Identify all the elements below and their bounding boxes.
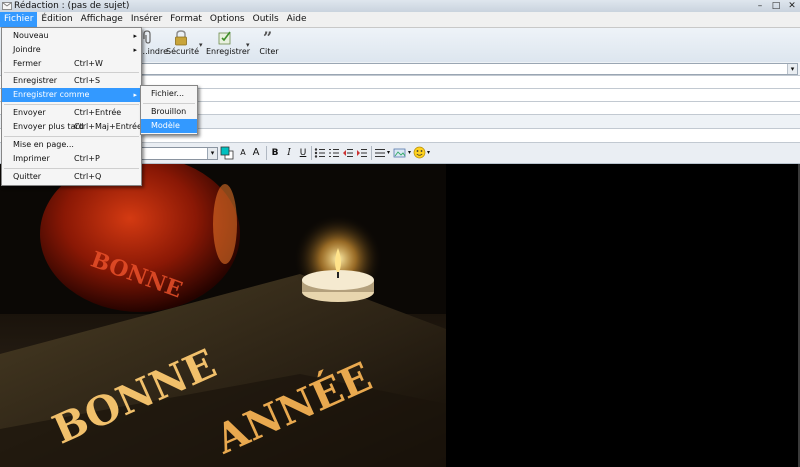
menu-aide[interactable]: Aide	[283, 12, 311, 27]
maximize-button[interactable]: □	[770, 0, 782, 12]
editor-blank-area[interactable]	[446, 164, 800, 467]
securite-button[interactable]: Sécurité	[166, 30, 199, 57]
font-select[interactable]: ▾	[140, 147, 218, 160]
align-icon[interactable]	[374, 147, 386, 159]
greeting-photo: BONNE BONNE ANNÉE	[0, 164, 446, 467]
from-combobox[interactable]: ▾	[140, 63, 798, 75]
menu-item-envoyer[interactable]: Envoyer Ctrl+Entrée	[2, 106, 141, 120]
menu-options[interactable]: Options	[206, 12, 249, 27]
menu-item-quitter[interactable]: Quitter Ctrl+Q	[2, 170, 141, 184]
menu-item-imprimer[interactable]: Imprimer Ctrl+P	[2, 152, 141, 166]
menu-item-envoyer-plus-tard[interactable]: Envoyer plus tard Ctrl+Maj+Entrée	[2, 120, 142, 134]
message-editor[interactable]: BONNE BONNE ANNÉE	[0, 164, 800, 467]
smiley-icon[interactable]	[413, 146, 426, 159]
font-smaller-button[interactable]: A	[238, 147, 248, 159]
chevron-down-icon[interactable]: ▾	[199, 41, 203, 49]
menu-affichage[interactable]: Affichage	[77, 12, 127, 27]
numbered-list-icon[interactable]	[328, 147, 340, 159]
menu-inserer[interactable]: Insérer	[127, 12, 166, 27]
menu-edition[interactable]: Édition	[37, 12, 76, 27]
submenu-arrow-icon: ▸	[133, 46, 137, 54]
bullet-list-icon[interactable]	[314, 147, 326, 159]
menu-item-fermer[interactable]: Fermer Ctrl+W	[2, 57, 141, 71]
chevron-down-icon[interactable]: ▾	[207, 148, 217, 159]
submenu-item-modele[interactable]: Modèle	[141, 119, 197, 133]
menu-item-nouveau[interactable]: Nouveau ▸	[2, 29, 141, 43]
joindre-button[interactable]: ...indre	[140, 30, 168, 57]
chevron-down-icon[interactable]: ▾	[407, 147, 412, 159]
minimize-button[interactable]: –	[754, 0, 766, 12]
lock-icon	[175, 30, 187, 46]
insert-image-icon[interactable]	[393, 147, 407, 159]
submenu-item-fichier[interactable]: Fichier...	[141, 87, 197, 101]
submenu-arrow-icon: ▸	[133, 91, 137, 99]
save-as-submenu: Fichier... Brouillon Modèle	[140, 85, 198, 135]
menu-fichier[interactable]: Fichier	[0, 12, 38, 27]
font-larger-button[interactable]: A	[250, 147, 262, 159]
underline-button[interactable]: U	[298, 147, 308, 159]
file-menu: Nouveau ▸ Joindre ▸ Fermer Ctrl+W Enregi…	[1, 27, 142, 186]
chevron-down-icon[interactable]: ▾	[787, 64, 797, 74]
quote-icon: ”	[263, 30, 272, 46]
compose-window-icon	[2, 2, 12, 10]
indent-icon[interactable]	[356, 147, 368, 159]
enregistrer-button[interactable]: Enregistrer	[206, 30, 250, 57]
menu-format[interactable]: Format	[166, 12, 206, 27]
text-color-icon[interactable]	[220, 146, 234, 160]
menu-item-mise-en-page[interactable]: Mise en page...	[2, 138, 141, 152]
svg-text:”: ”	[263, 30, 272, 46]
paperclip-icon	[143, 30, 151, 44]
menu-item-enregistrer[interactable]: Enregistrer Ctrl+S	[2, 74, 141, 88]
menu-outils[interactable]: Outils	[249, 12, 283, 27]
bold-button[interactable]: B	[270, 147, 280, 159]
menu-item-joindre[interactable]: Joindre ▸	[2, 43, 141, 57]
submenu-item-brouillon[interactable]: Brouillon	[141, 105, 197, 119]
window-title: Rédaction : (pas de sujet)	[14, 1, 130, 11]
close-button[interactable]: ✕	[786, 0, 798, 12]
chevron-down-icon[interactable]: ▾	[386, 147, 391, 159]
chevron-down-icon[interactable]: ▾	[246, 41, 250, 49]
outdent-icon[interactable]	[342, 147, 354, 159]
italic-button[interactable]: I	[284, 147, 294, 159]
submenu-arrow-icon: ▸	[133, 32, 137, 40]
menu-bar: Fichier Édition Affichage Insérer Format…	[0, 12, 800, 28]
citer-button[interactable]: ” Citer	[256, 30, 282, 57]
menu-item-enregistrer-comme[interactable]: Enregistrer comme ▸	[2, 88, 141, 102]
save-icon	[218, 31, 231, 45]
chevron-down-icon[interactable]: ▾	[426, 147, 431, 159]
